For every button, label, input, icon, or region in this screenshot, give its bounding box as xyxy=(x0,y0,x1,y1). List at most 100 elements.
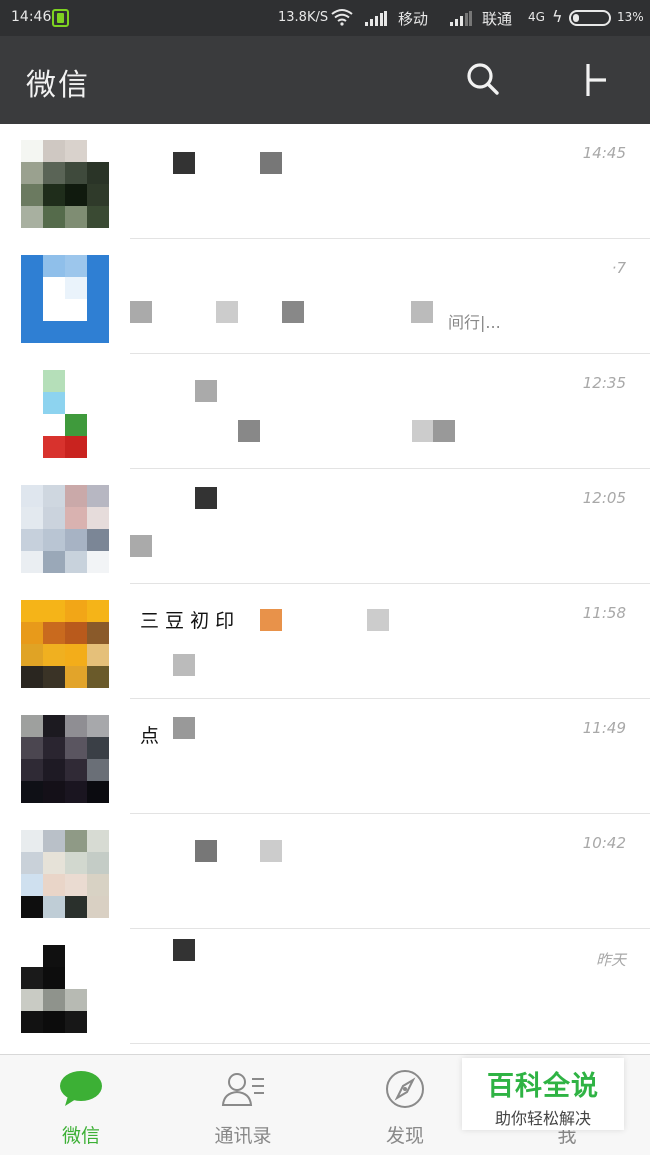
redaction-block xyxy=(173,717,195,739)
search-icon[interactable] xyxy=(466,62,500,96)
redaction-block xyxy=(260,152,282,174)
avatar-pixel xyxy=(87,945,109,967)
chat-row[interactable]: 10:42 xyxy=(0,814,650,929)
avatar-pixel xyxy=(43,436,65,458)
avatar-pixel xyxy=(43,529,65,551)
redaction-block xyxy=(216,301,238,323)
avatar-pixel xyxy=(65,644,87,666)
battery-icon xyxy=(569,10,611,26)
avatar-pixel xyxy=(21,622,43,644)
avatar[interactable] xyxy=(21,140,109,228)
avatar-pixel xyxy=(65,392,87,414)
redaction-block xyxy=(130,301,152,323)
avatar[interactable] xyxy=(21,945,109,1033)
avatar[interactable] xyxy=(21,830,109,918)
redaction-block xyxy=(195,487,217,509)
avatar-pixel xyxy=(65,206,87,228)
avatar-pixel xyxy=(87,989,109,1011)
avatar[interactable] xyxy=(21,600,109,688)
redaction-block xyxy=(260,609,282,631)
avatar-pixel xyxy=(65,622,87,644)
charging-icon: ϟ xyxy=(552,7,563,26)
chat-row[interactable]: 12:35 xyxy=(0,354,650,469)
avatar-pixel xyxy=(43,737,65,759)
avatar-pixel xyxy=(65,600,87,622)
avatar-pixel xyxy=(87,370,109,392)
avatar-pixel xyxy=(87,184,109,206)
avatar-pixel xyxy=(21,896,43,918)
avatar-pixel xyxy=(43,140,65,162)
add-icon[interactable] xyxy=(580,62,610,98)
chat-time: 11:58 xyxy=(582,604,626,622)
avatar-pixel xyxy=(65,759,87,781)
avatar-pixel xyxy=(87,277,109,299)
avatar-pixel xyxy=(65,277,87,299)
avatar-pixel xyxy=(43,1011,65,1033)
chat-row[interactable]: 14:45 xyxy=(0,124,650,239)
avatar[interactable] xyxy=(21,485,109,573)
avatar-pixel xyxy=(87,830,109,852)
battery-percent: 13% xyxy=(617,10,644,24)
avatar-pixel xyxy=(43,896,65,918)
avatar-pixel xyxy=(21,529,43,551)
avatar-pixel xyxy=(43,507,65,529)
avatar-pixel xyxy=(87,666,109,688)
redaction-block xyxy=(173,654,195,676)
avatar-pixel xyxy=(43,370,65,392)
avatar-pixel xyxy=(43,277,65,299)
signal-icon xyxy=(365,11,387,26)
avatar-pixel xyxy=(43,715,65,737)
avatar-pixel xyxy=(65,414,87,436)
redaction-block xyxy=(433,420,455,442)
avatar-pixel xyxy=(65,299,87,321)
avatar-pixel xyxy=(65,967,87,989)
avatar-pixel xyxy=(21,370,43,392)
avatar-pixel xyxy=(65,436,87,458)
chat-time: 10:42 xyxy=(582,834,626,852)
tab-chats[interactable]: 微信 xyxy=(0,1055,162,1155)
avatar-pixel xyxy=(87,896,109,918)
avatar-pixel xyxy=(43,852,65,874)
avatar-pixel xyxy=(43,184,65,206)
avatar-pixel xyxy=(21,485,43,507)
redaction-block xyxy=(282,301,304,323)
avatar-pixel xyxy=(87,874,109,896)
watermark: 百科全说 助你轻松解决 xyxy=(462,1058,624,1130)
avatar-pixel xyxy=(87,162,109,184)
watermark-subtitle: 助你轻松解决 xyxy=(494,1109,591,1128)
avatar-pixel xyxy=(87,967,109,989)
chat-time: 14:45 xyxy=(582,144,626,162)
chat-row[interactable]: 点 11:49 xyxy=(0,699,650,814)
avatar-pixel xyxy=(87,644,109,666)
redaction-block xyxy=(195,840,217,862)
avatar-pixel xyxy=(21,852,43,874)
chat-time: 昨天 xyxy=(595,951,626,969)
chat-row[interactable]: 昨天 xyxy=(0,929,650,1044)
avatar-pixel xyxy=(87,781,109,803)
avatar-pixel xyxy=(65,370,87,392)
chat-row[interactable]: 12:05 xyxy=(0,469,650,584)
tab-contacts[interactable]: 通讯录 xyxy=(162,1055,324,1155)
carrier-1: 移动 xyxy=(398,10,429,28)
avatar[interactable] xyxy=(21,715,109,803)
tab-label: 微信 xyxy=(61,1125,100,1147)
chat-list[interactable]: 14:45 间行|... ·7 12:35 12:05 三 豆 初 印 11:58 点 11:4… xyxy=(0,124,650,1054)
chat-row[interactable]: 三 豆 初 印 11:58 xyxy=(0,584,650,699)
chat-row[interactable]: 间行|... ·7 xyxy=(0,239,650,354)
avatar-pixel xyxy=(65,507,87,529)
avatar-pixel xyxy=(43,551,65,573)
avatar-pixel xyxy=(87,507,109,529)
avatar[interactable] xyxy=(21,370,109,458)
avatar-pixel xyxy=(21,321,43,343)
avatar-pixel xyxy=(21,644,43,666)
avatar-pixel xyxy=(21,162,43,184)
avatar-pixel xyxy=(43,414,65,436)
avatar-pixel xyxy=(87,299,109,321)
avatar[interactable] xyxy=(21,255,109,343)
avatar-pixel xyxy=(43,967,65,989)
avatar-pixel xyxy=(43,299,65,321)
avatar-pixel xyxy=(43,874,65,896)
chat-name: 三 豆 初 印 xyxy=(140,610,235,632)
redaction-block xyxy=(367,609,389,631)
avatar-pixel xyxy=(43,206,65,228)
